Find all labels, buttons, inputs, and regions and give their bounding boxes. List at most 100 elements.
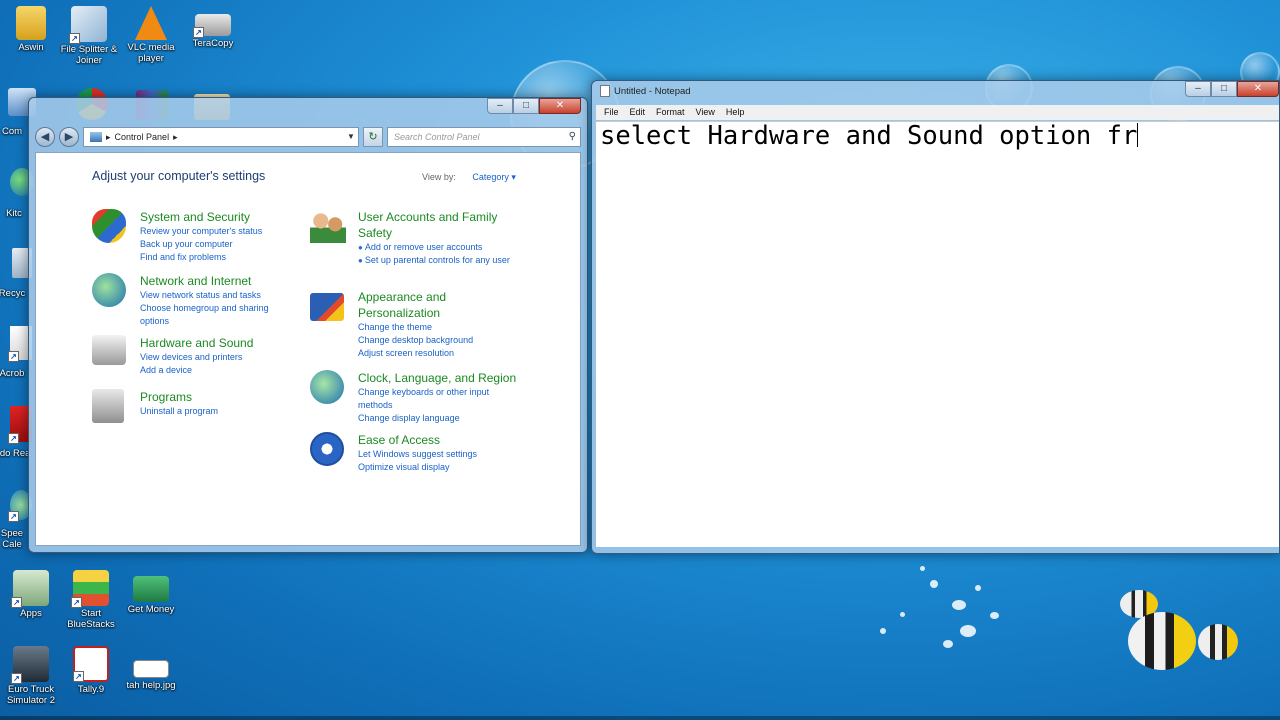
- user-folder-icon: [16, 6, 46, 40]
- fish-decoration: [1198, 624, 1238, 660]
- desktop-icon-tally[interactable]: ↗ Tally.9: [60, 646, 122, 695]
- user-accounts-icon[interactable]: [310, 209, 346, 243]
- teracopy-icon: ↗: [193, 14, 231, 38]
- desktop-icon-apps[interactable]: ↗ Apps: [0, 570, 62, 619]
- desktop-icon-vlc[interactable]: VLC media player: [120, 6, 182, 64]
- category-title[interactable]: User Accounts and Family Safety: [358, 209, 520, 241]
- clock-language-icon[interactable]: [310, 370, 344, 404]
- forward-button[interactable]: ▶: [59, 127, 79, 147]
- category-link[interactable]: Choose homegroup and sharing: [140, 302, 302, 315]
- menu-help[interactable]: Help: [726, 105, 745, 120]
- category-link[interactable]: Change the theme: [358, 321, 520, 334]
- desktop-icon-file-splitter[interactable]: ↗ File Splitter & Joiner: [58, 6, 120, 66]
- search-icon[interactable]: ⚲: [569, 128, 576, 146]
- bluestacks-icon: ↗: [71, 570, 109, 608]
- fish-decoration: [1128, 612, 1196, 670]
- menu-file[interactable]: File: [604, 105, 619, 120]
- notepad-window[interactable]: Untitled - Notepad – □ ✕ File Edit Forma…: [591, 80, 1280, 554]
- category-hardware-sound: Hardware and Sound View devices and prin…: [92, 335, 302, 377]
- maximize-button[interactable]: □: [513, 98, 539, 114]
- breadcrumb-control-panel[interactable]: Control Panel: [115, 128, 170, 146]
- category-appearance: Appearance and Personalization Change th…: [310, 289, 520, 360]
- system-security-icon[interactable]: [92, 209, 126, 243]
- back-button[interactable]: ◀: [35, 127, 55, 147]
- search-input[interactable]: Search Control Panel ⚲: [387, 127, 581, 147]
- view-by: View by: Category ▾: [422, 172, 516, 183]
- category-link[interactable]: Optimize visual display: [358, 461, 520, 474]
- category-link[interactable]: Review your computer's status: [140, 225, 302, 238]
- category-title[interactable]: Hardware and Sound: [140, 335, 302, 351]
- minimize-button[interactable]: –: [1185, 81, 1211, 97]
- navigation-bar: ◀ ▶ ▸ Control Panel ▸ ▼ ↻ Search Control…: [35, 126, 581, 148]
- close-button[interactable]: ✕: [1237, 81, 1279, 97]
- network-internet-icon[interactable]: [92, 273, 126, 307]
- address-dropdown-icon[interactable]: ▼: [344, 128, 358, 146]
- euro-truck-icon: ↗: [11, 646, 49, 684]
- image-file-icon: [133, 660, 169, 678]
- desktop-icon-aswin[interactable]: Aswin: [0, 6, 62, 53]
- window-title: Untitled - Notepad: [600, 85, 691, 97]
- category-programs: Programs Uninstall a program: [92, 389, 302, 423]
- notepad-icon: [600, 85, 610, 97]
- category-link[interactable]: Let Windows suggest settings: [358, 448, 520, 461]
- vlc-icon: [135, 6, 167, 40]
- category-link[interactable]: Find and fix problems: [140, 251, 302, 264]
- category-title[interactable]: Appearance and Personalization: [358, 289, 468, 321]
- close-button[interactable]: ✕: [539, 98, 581, 114]
- category-clock-language: Clock, Language, and Region Change keybo…: [310, 370, 520, 425]
- menu-format[interactable]: Format: [656, 105, 685, 120]
- view-by-dropdown[interactable]: Category ▾: [472, 172, 516, 182]
- hardware-sound-icon[interactable]: [92, 335, 126, 365]
- desktop-icon-get-money[interactable]: Get Money: [120, 570, 182, 615]
- category-title[interactable]: Clock, Language, and Region: [358, 370, 520, 386]
- category-link[interactable]: Change desktop background: [358, 334, 520, 347]
- taskbar[interactable]: [0, 716, 1280, 720]
- desktop-icon-teracopy[interactable]: ↗ TeraCopy: [182, 6, 244, 49]
- get-money-icon: [133, 576, 169, 602]
- category-title[interactable]: Ease of Access: [358, 432, 520, 448]
- category-link[interactable]: Adjust screen resolution: [358, 347, 520, 360]
- menu-edit[interactable]: Edit: [630, 105, 646, 120]
- category-link[interactable]: View devices and printers: [140, 351, 302, 364]
- category-user-accounts: User Accounts and Family Safety Add or r…: [310, 209, 520, 267]
- category-link[interactable]: options: [140, 315, 302, 328]
- tally-icon: ↗: [73, 646, 109, 682]
- breadcrumb-chevron[interactable]: ▸: [173, 128, 178, 146]
- refresh-button[interactable]: ↻: [363, 127, 383, 147]
- category-link[interactable]: Add a device: [140, 364, 302, 377]
- view-by-label: View by:: [422, 172, 456, 182]
- text-caret: [1137, 123, 1139, 147]
- control-panel-address-icon: [90, 132, 102, 142]
- desktop-icon-tah-help[interactable]: tah help.jpg: [120, 646, 182, 691]
- window-controls: – □ ✕: [487, 98, 581, 114]
- notepad-text-area[interactable]: select Hardware and Sound option fr: [596, 121, 1279, 547]
- category-link[interactable]: Change keyboards or other input methods: [358, 386, 508, 412]
- category-title[interactable]: Network and Internet: [140, 273, 302, 289]
- category-title[interactable]: System and Security: [140, 209, 302, 225]
- address-root-chevron[interactable]: ▸: [106, 128, 111, 146]
- desktop-icon-euro-truck[interactable]: ↗ Euro Truck Simulator 2: [0, 646, 62, 706]
- category-network-internet: Network and Internet View network status…: [92, 273, 302, 328]
- category-link[interactable]: Change display language: [358, 412, 520, 425]
- category-link[interactable]: Uninstall a program: [140, 405, 302, 418]
- menu-bar: File Edit Format View Help: [596, 105, 1279, 120]
- menu-view[interactable]: View: [696, 105, 715, 120]
- window-controls: – □ ✕: [1185, 81, 1279, 97]
- appearance-icon[interactable]: [310, 293, 344, 321]
- ease-of-access-icon[interactable]: [310, 432, 344, 466]
- desktop-icon-bluestacks[interactable]: ↗ Start BlueStacks: [60, 570, 122, 630]
- category-link[interactable]: Set up parental controls for any user: [365, 254, 516, 267]
- category-ease-of-access: Ease of Access Let Windows suggest setti…: [310, 432, 520, 474]
- notepad-text-line: select Hardware and Sound option fr: [600, 121, 1139, 151]
- address-bar[interactable]: ▸ Control Panel ▸ ▼: [83, 127, 359, 147]
- control-panel-window[interactable]: – □ ✕ ◀ ▶ ▸ Control Panel ▸ ▼ ↻ Search C…: [28, 97, 588, 553]
- category-link[interactable]: View network status and tasks: [140, 289, 302, 302]
- maximize-button[interactable]: □: [1211, 81, 1237, 97]
- minimize-button[interactable]: –: [487, 98, 513, 114]
- category-system-security: System and Security Review your computer…: [92, 209, 302, 264]
- category-title[interactable]: Programs: [140, 389, 302, 405]
- programs-icon[interactable]: [92, 389, 124, 423]
- category-link[interactable]: Add or remove user accounts: [365, 241, 520, 254]
- category-link[interactable]: Back up your computer: [140, 238, 302, 251]
- page-title: Adjust your computer's settings: [92, 169, 266, 183]
